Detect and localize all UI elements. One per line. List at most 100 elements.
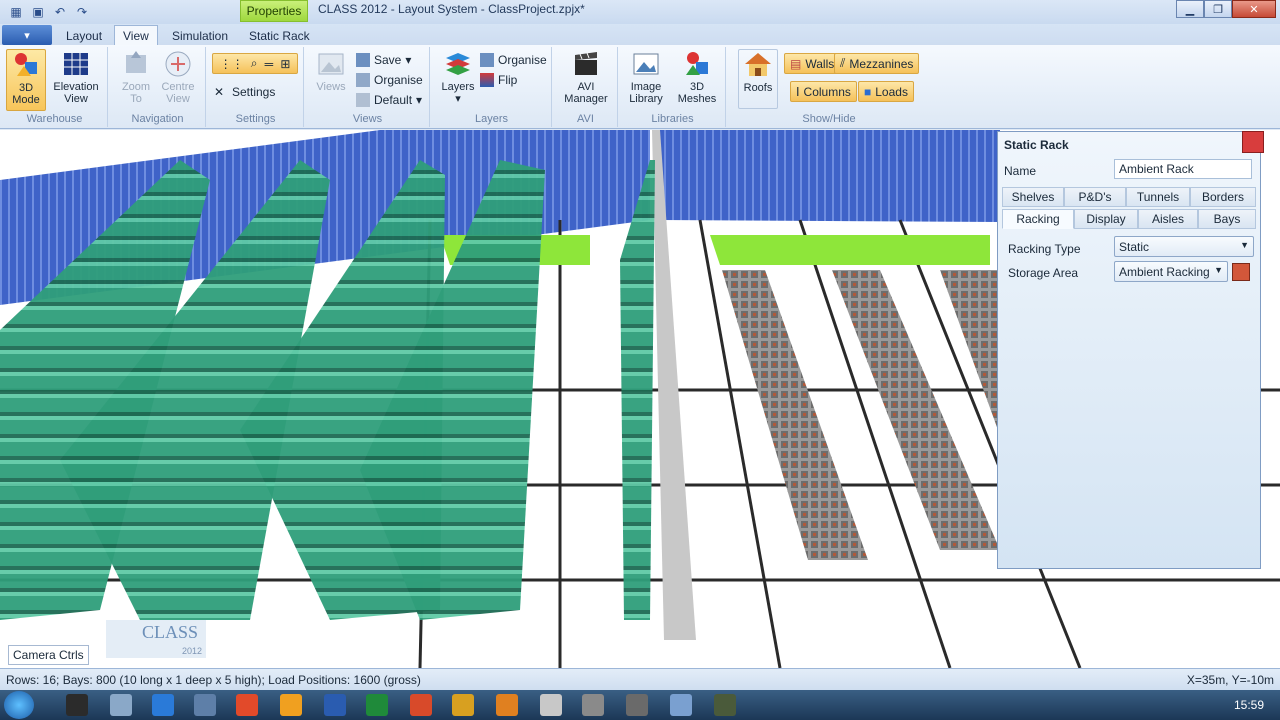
camera-controls-button[interactable]: Camera Ctrls (8, 645, 89, 665)
avi-manager-button[interactable]: AVI Manager (560, 49, 612, 105)
tab-view[interactable]: View (114, 25, 158, 46)
3d-mode-button[interactable]: 3D Mode (6, 49, 46, 111)
storage-area-edit-icon[interactable] (1232, 263, 1250, 281)
flip-icon (480, 73, 494, 87)
minimize-button[interactable]: ▁ (1176, 0, 1204, 18)
group-label-layers: Layers (474, 113, 509, 125)
panel-title: Static Rack (1004, 138, 1069, 152)
app-icon[interactable] (714, 694, 736, 716)
settings-button[interactable]: ✕ Settings (214, 83, 275, 101)
application-button[interactable]: ▾ (2, 25, 52, 45)
storage-area-dropdown[interactable]: Ambient Racking ▼ (1114, 261, 1228, 282)
taskbar-clock[interactable]: 15:59 (1234, 698, 1264, 712)
tab-shelves[interactable]: Shelves (1002, 187, 1064, 207)
file-app-icon[interactable] (110, 694, 132, 716)
organise-views-icon (356, 73, 370, 87)
zoom-to-label: Zoom To (121, 81, 151, 105)
organise-layers-label: Organise (498, 53, 547, 67)
columns-toggle[interactable]: Ⅰ Columns (790, 81, 857, 102)
walls-toggle[interactable]: ▤ Walls (784, 53, 841, 74)
organise-views-label: Organise (374, 73, 423, 87)
tab-borders[interactable]: Borders (1190, 187, 1256, 207)
media-app-icon[interactable] (496, 694, 518, 716)
tab-static-rack[interactable]: Static Rack (241, 25, 318, 46)
flip-layers-button[interactable]: Flip (480, 71, 517, 89)
image-library-button[interactable]: Image Library (624, 49, 668, 105)
save-view-icon (356, 53, 370, 67)
roofs-button[interactable]: Roofs (738, 49, 778, 109)
tab-display[interactable]: Display (1074, 209, 1138, 229)
organise-views-button[interactable]: Organise (356, 71, 423, 89)
zoom-to-icon (126, 51, 146, 73)
floor-highlight-2[interactable] (710, 235, 990, 265)
start-button[interactable] (4, 691, 34, 719)
mezzanines-label: Mezzanines (849, 56, 914, 71)
save-icon[interactable]: ▣ (30, 4, 46, 20)
name-field[interactable]: Ambient Rack (1114, 159, 1252, 179)
grid-icon[interactable]: ⋮⋮ (220, 57, 244, 71)
tab-tunnels[interactable]: Tunnels (1126, 187, 1190, 207)
app-icon[interactable] (540, 694, 562, 716)
views-button[interactable]: Views (312, 49, 350, 93)
default-view-label: Default (374, 93, 413, 107)
class-app-icon[interactable] (670, 694, 692, 716)
network-app-icon[interactable] (194, 694, 216, 716)
racking-type-dropdown[interactable]: Static ▼ (1114, 236, 1254, 257)
restore-button[interactable]: ❐ (1204, 0, 1232, 18)
tab-simulation[interactable]: Simulation (164, 25, 236, 46)
back-wall-right (660, 130, 1000, 222)
word-app-icon[interactable] (324, 694, 346, 716)
cmd-app-icon[interactable] (66, 694, 88, 716)
close-button[interactable]: ✕ (1232, 0, 1276, 18)
grey-rack-group[interactable] (722, 270, 1000, 560)
group-label-warehouse: Warehouse (26, 113, 83, 125)
excel-app-icon[interactable] (366, 694, 388, 716)
dropdown-arrow-icon: ▼ (1214, 265, 1223, 275)
group-settings: ⋮⋮ ⌕ ═ ⊞ ✕ Settings Settings (208, 47, 304, 127)
tab-bays[interactable]: Bays (1198, 209, 1256, 229)
layers-button[interactable]: Layers ▾ (438, 49, 478, 105)
elevation-view-button[interactable]: Elevation View (52, 49, 100, 105)
flip-label: Flip (498, 73, 518, 87)
group-label-navigation: Navigation (131, 113, 184, 125)
views-label: Views (316, 81, 346, 93)
explorer-app-icon[interactable] (452, 694, 474, 716)
racking-type-value: Static (1119, 240, 1150, 254)
elevation-view-icon (64, 53, 88, 75)
rack-icon[interactable] (1242, 131, 1264, 153)
mezzanines-icon: ⫽ (840, 56, 846, 70)
3d-meshes-label: 3D Meshes (677, 81, 717, 105)
undo-icon[interactable]: ↶ (52, 4, 68, 20)
save-view-button[interactable]: Save ▾ (356, 51, 411, 69)
status-rack-info: Rows: 16; Bays: 800 (10 long x 1 deep x … (6, 673, 421, 687)
zoom-to-button[interactable]: Zoom To (116, 49, 156, 105)
settings-quick-tools[interactable]: ⋮⋮ ⌕ ═ ⊞ (212, 53, 298, 74)
3d-meshes-button[interactable]: 3D Meshes (672, 49, 722, 105)
tab-layout[interactable]: Layout (58, 25, 110, 46)
tab-racking[interactable]: Racking (1002, 209, 1074, 229)
save-view-label: Save (374, 53, 402, 67)
centre-view-button[interactable]: Centre View (158, 49, 198, 105)
chrome-app-icon[interactable] (236, 694, 258, 716)
mezzanines-toggle[interactable]: ⫽ Mezzanines (834, 53, 920, 74)
measure-icon[interactable]: ═ (265, 57, 274, 71)
app-menu-icon[interactable]: ▦ (8, 4, 24, 20)
organise-layers-icon (480, 53, 494, 67)
default-view-icon (356, 93, 370, 107)
layers-icon (446, 53, 470, 75)
organise-layers-button[interactable]: Organise (480, 51, 547, 69)
outlook-app-icon[interactable] (280, 694, 302, 716)
dropdown-arrow-icon: ▼ (1240, 240, 1249, 250)
loads-toggle[interactable]: ■ Loads (858, 81, 914, 102)
tab-pds[interactable]: P&D's (1064, 187, 1126, 207)
properties-context-tab[interactable]: Properties (240, 0, 308, 22)
default-view-button[interactable]: Default ▾ (356, 91, 422, 109)
app-icon[interactable] (626, 694, 648, 716)
app-icon[interactable] (582, 694, 604, 716)
ie-app-icon[interactable] (152, 694, 174, 716)
zoom-icon[interactable]: ⌕ (251, 56, 258, 71)
snap-icon[interactable]: ⊞ (280, 57, 290, 71)
powerpoint-app-icon[interactable] (410, 694, 432, 716)
tab-aisles[interactable]: Aisles (1138, 209, 1198, 229)
redo-icon[interactable]: ↷ (74, 4, 90, 20)
